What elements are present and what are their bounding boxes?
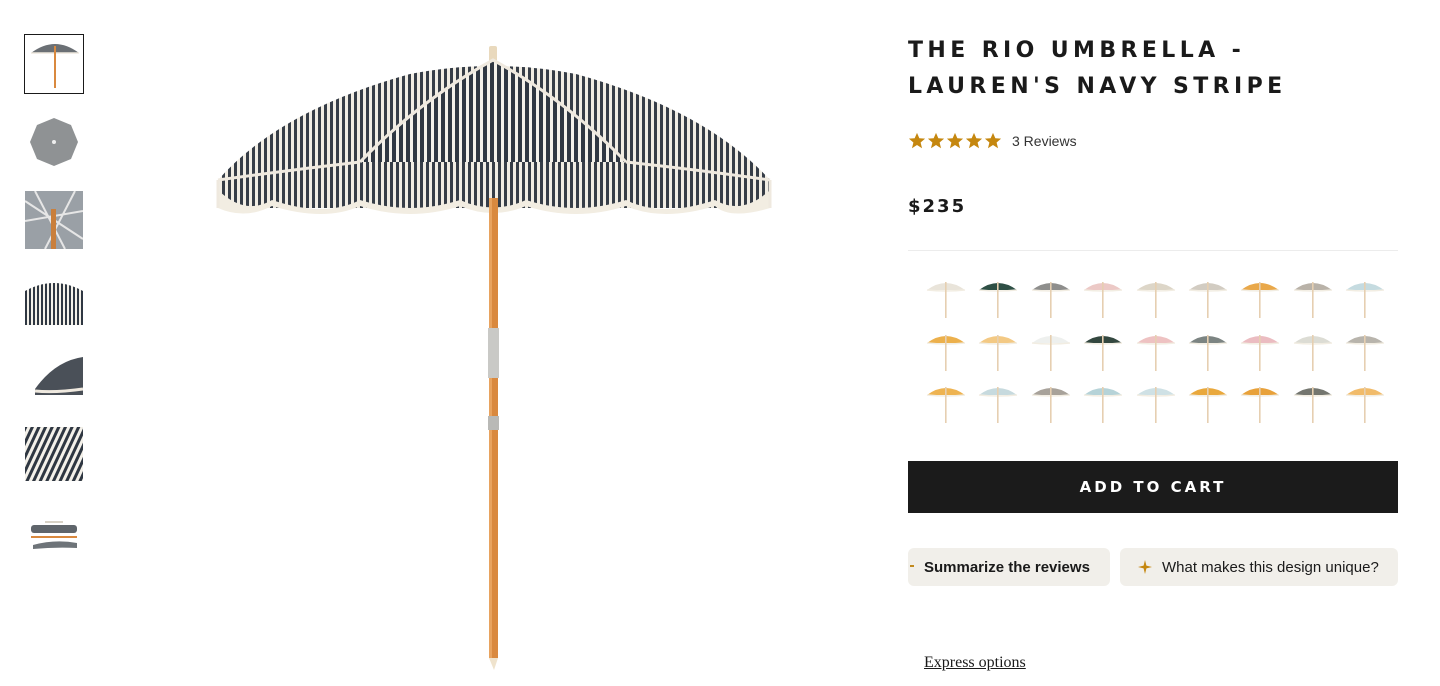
variant-swatch[interactable] [976,377,1020,425]
umbrella-swatch-icon [979,282,1018,318]
thumbnail-stripe-detail[interactable] [24,424,84,484]
umbrella-swatch-icon [1241,387,1280,423]
thumbnail-canopy-edge[interactable] [24,346,84,406]
canopy-edge-thumb-icon [34,357,83,395]
umbrella-swatch-icon [926,334,966,371]
product-title-line-2: LAUREN'S NAVY STRIPE [908,74,1287,99]
divider [908,250,1398,251]
variant-swatch[interactable] [1081,325,1125,373]
umbrella-top-thumb-icon [30,118,78,166]
star-icon [927,132,945,149]
design-unique-label: What makes this design unique? [1162,558,1379,576]
express-options-link[interactable]: Express options [924,654,1026,672]
umbrella-swatch-icon [1293,334,1332,371]
variant-swatch[interactable] [1238,325,1282,373]
variant-swatch[interactable] [1134,272,1178,320]
variant-swatch[interactable] [924,272,968,320]
umbrella-swatch-icon [1241,334,1280,371]
umbrella-swatch-icon [1136,282,1175,318]
umbrella-swatch-icon [1084,334,1123,371]
main-product-image [210,40,780,680]
variant-swatch[interactable] [1081,377,1125,425]
product-price: $235 [908,196,967,217]
variant-swatch[interactable] [1291,272,1335,320]
reviews-count-link[interactable]: 3 Reviews [1012,133,1077,149]
umbrella-swatch-icon [1346,282,1385,318]
variant-swatch[interactable] [1081,272,1125,320]
thumbnail-canopy-closeup[interactable] [24,268,84,328]
umbrella-swatch-icon [1084,282,1123,318]
variant-swatch[interactable] [1029,325,1073,373]
add-to-cart-button[interactable]: ADD TO CART [908,461,1398,513]
summarize-reviews-label: Summarize the reviews [924,558,1090,576]
design-unique-chip[interactable]: What makes this design unique? [1120,548,1398,586]
umbrella-thumb-icon [31,44,79,88]
star-icon [965,132,983,149]
product-info-panel: THE RIO UMBRELLA - LAUREN'S NAVY STRIPE … [908,0,1398,686]
variant-swatch[interactable] [924,325,968,373]
variant-swatch[interactable] [924,377,968,425]
variant-swatch[interactable] [1134,325,1178,373]
umbrella-swatch-icon [926,282,966,318]
umbrella-swatch-icon [979,387,1018,423]
product-title: THE RIO UMBRELLA - LAUREN'S NAVY STRIPE [908,33,1398,105]
carry-bag-thumb-icon [31,521,77,549]
umbrella-swatch-icon [1188,387,1228,423]
variant-swatch[interactable] [1186,377,1230,425]
thumbnail-carry-bag[interactable] [24,502,84,562]
umbrella-swatch-icon [1293,282,1332,318]
sparkle-icon [910,565,914,567]
umbrella-swatch-icon [926,387,966,423]
variant-swatch[interactable] [1343,325,1387,373]
variant-swatch[interactable] [1134,377,1178,425]
variant-swatch[interactable] [976,325,1020,373]
umbrella-swatch-icon [1346,387,1385,423]
sparkle-icon [1138,560,1152,574]
star-icon [946,132,964,149]
variant-swatch[interactable] [1238,272,1282,320]
product-rating[interactable]: 3 Reviews [908,130,1077,152]
variant-swatch[interactable] [1343,272,1387,320]
umbrella-swatch-icon [1031,334,1070,371]
star-icon [908,132,926,149]
variant-swatch[interactable] [1029,272,1073,320]
product-title-line-1: THE RIO UMBRELLA - [908,38,1246,63]
variant-swatch[interactable] [1029,377,1073,425]
stripe-detail-thumb-icon [25,427,83,481]
umbrella-swatch-icon [1136,387,1175,423]
canopy-closeup-thumb-icon [25,283,83,325]
thumbnail-umbrella-side[interactable] [24,34,84,94]
variant-swatch[interactable] [1291,325,1335,373]
umbrella-swatch-icon [1136,334,1175,371]
umbrella-swatch-icon [1084,387,1123,423]
umbrella-swatch-icon [1346,334,1385,371]
star-icon [984,132,1002,149]
star-rating [908,132,1002,150]
striped-umbrella-image [216,46,772,670]
variant-swatch[interactable] [1343,377,1387,425]
thumbnail-canopy-underside[interactable] [24,190,84,250]
variant-swatch[interactable] [1291,377,1335,425]
variant-swatch[interactable] [1238,377,1282,425]
umbrella-swatch-icon [1293,387,1332,423]
thumbnail-umbrella-top[interactable] [24,112,84,172]
umbrella-swatch-icon [1188,282,1228,318]
umbrella-swatch-icon [1031,387,1070,423]
umbrella-swatch-icon [1031,282,1070,318]
summarize-reviews-chip[interactable]: Summarize the reviews [908,548,1110,586]
umbrella-swatch-icon [1188,334,1228,371]
umbrella-swatch-icon [979,334,1018,371]
variant-swatch[interactable] [1186,272,1230,320]
variant-swatch[interactable] [976,272,1020,320]
canopy-underside-thumb-icon [25,191,83,249]
umbrella-swatch-icon [1241,282,1280,318]
variant-swatch[interactable] [1186,325,1230,373]
variant-swatch-grid [924,272,1394,432]
